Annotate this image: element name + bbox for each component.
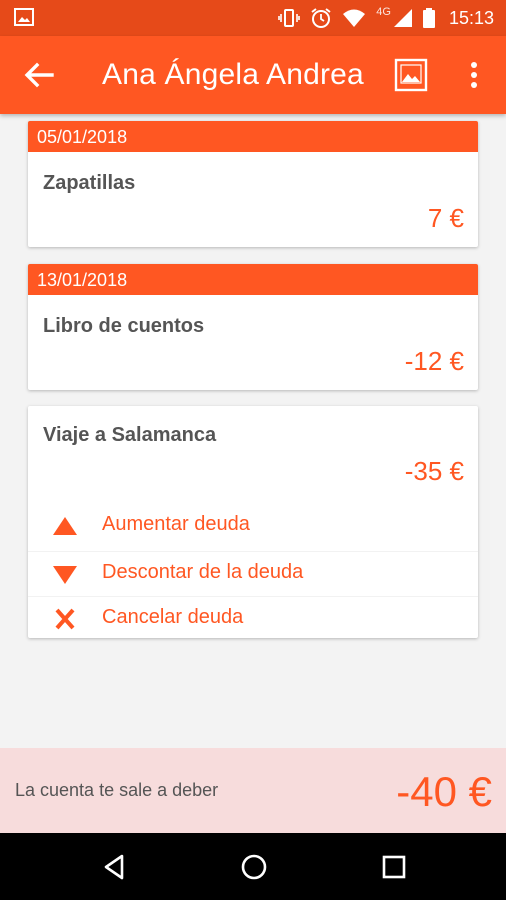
image-icon bbox=[14, 8, 34, 26]
home-icon[interactable] bbox=[239, 852, 269, 882]
cancel-debt-label: Cancelar deuda bbox=[102, 606, 244, 628]
wifi-icon bbox=[343, 9, 366, 27]
alarm-icon bbox=[311, 8, 331, 28]
back-icon[interactable] bbox=[100, 852, 130, 882]
debt-amount: -35 € bbox=[404, 456, 464, 486]
vibrate-icon bbox=[278, 9, 301, 27]
debt-card[interactable]: 05/01/2018 Zapatillas 7 € bbox=[28, 121, 478, 247]
debt-amount: -12 € bbox=[404, 346, 464, 376]
discount-debt-button[interactable]: Descontar de la deuda bbox=[28, 551, 478, 596]
balance-footer: La cuenta te sale a deber -40 € bbox=[0, 748, 506, 833]
debt-card[interactable]: 13/01/2018 Libro de cuentos -12 € bbox=[28, 264, 478, 390]
debt-concept: Libro de cuentos bbox=[43, 315, 205, 337]
debt-card-expanded[interactable]: Viaje a Salamanca -35 € Aumentar deuda D… bbox=[28, 406, 478, 638]
app-bar: Ana Ángela Andrea bbox=[0, 36, 506, 114]
status-bar: 4G 15:13 bbox=[0, 0, 506, 36]
close-icon bbox=[55, 608, 75, 630]
more-vert-icon[interactable] bbox=[462, 58, 486, 92]
debt-concept: Zapatillas bbox=[43, 172, 136, 194]
arrow-back-icon[interactable] bbox=[22, 60, 56, 90]
discount-debt-label: Descontar de la deuda bbox=[102, 561, 304, 583]
clock: 15:13 bbox=[448, 7, 494, 28]
system-nav-bar bbox=[0, 833, 506, 900]
debt-date: 13/01/2018 bbox=[28, 264, 478, 295]
increase-debt-label: Aumentar deuda bbox=[102, 513, 250, 535]
debt-amount: 7 € bbox=[427, 203, 464, 233]
balance-total: -40 € bbox=[396, 768, 492, 815]
cancel-debt-button[interactable]: Cancelar deuda bbox=[28, 596, 478, 641]
recents-icon[interactable] bbox=[379, 852, 409, 882]
triangle-up-icon bbox=[53, 517, 77, 535]
signal-icon bbox=[393, 9, 412, 27]
increase-debt-button[interactable]: Aumentar deuda bbox=[28, 504, 478, 548]
debt-date: 05/01/2018 bbox=[28, 121, 478, 152]
balance-label: La cuenta te sale a deber bbox=[15, 780, 219, 800]
battery-icon bbox=[422, 8, 435, 28]
image-icon[interactable] bbox=[394, 58, 428, 92]
debt-concept: Viaje a Salamanca bbox=[43, 424, 217, 446]
page-title: Ana Ángela Andrea bbox=[102, 58, 364, 91]
triangle-down-icon bbox=[53, 566, 77, 584]
network-type: 4G bbox=[376, 6, 391, 18]
